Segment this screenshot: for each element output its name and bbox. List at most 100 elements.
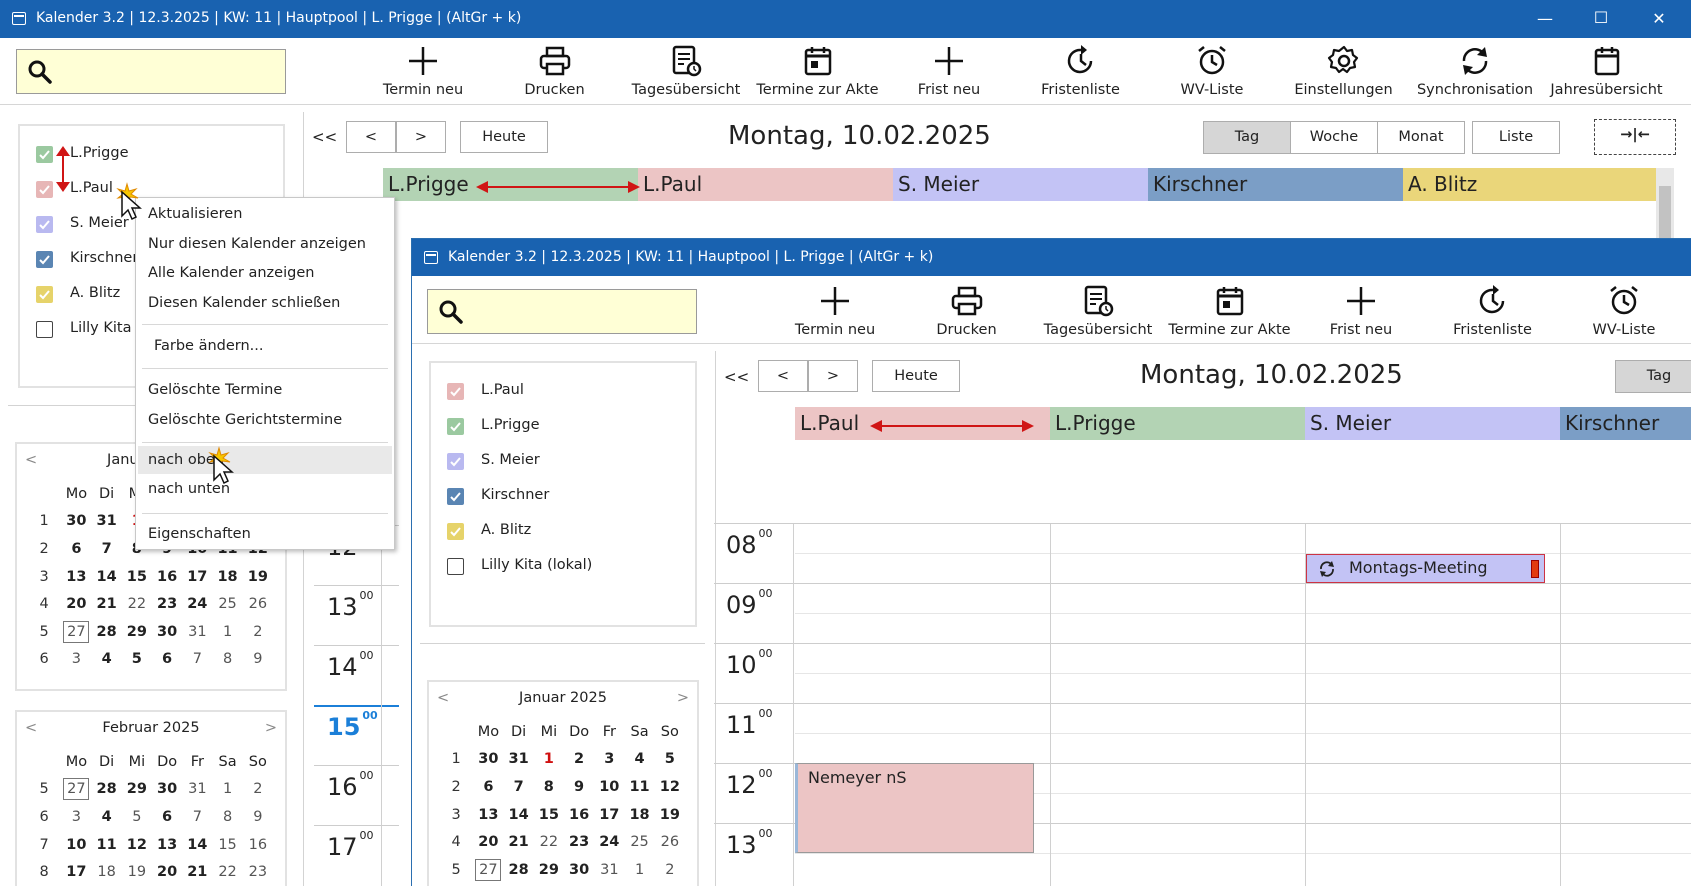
calendar-checkbox[interactable] (447, 383, 464, 400)
mini-day[interactable]: 30 (152, 618, 182, 646)
print-button[interactable]: Drucken (903, 284, 1031, 338)
mini-day[interactable]: 13 (152, 831, 182, 859)
mini-day[interactable]: 21 (92, 590, 122, 618)
list-view-button[interactable]: Liste (1472, 121, 1560, 154)
search-input[interactable] (427, 289, 697, 334)
mini-day[interactable]: 1 (624, 856, 654, 884)
mini-day[interactable]: 9 (243, 803, 273, 831)
mini-day[interactable]: 1 (212, 618, 242, 646)
mini-day[interactable]: 6 (152, 803, 182, 831)
mini-day[interactable]: 14 (182, 831, 212, 859)
mini-day[interactable]: 11 (624, 773, 654, 801)
new-appointment-button[interactable]: Termin neu (771, 284, 899, 338)
mini-day[interactable]: 6 (152, 646, 182, 674)
mini-day[interactable]: 21 (504, 828, 534, 856)
calendar-column-header[interactable]: Kirschner (1148, 168, 1403, 201)
new-deadline-button[interactable]: Frist neu (885, 44, 1013, 98)
vertical-scrollbar[interactable] (1656, 168, 1674, 248)
calendar-item[interactable]: L.Prigge (36, 144, 266, 166)
mini-day[interactable]: 16 (243, 831, 273, 859)
mini-day[interactable]: 12 (655, 773, 685, 801)
mini-day[interactable]: 26 (655, 828, 685, 856)
mini-day[interactable]: 25 (212, 590, 242, 618)
wv-list-button[interactable]: WV-Liste (1148, 44, 1276, 98)
today-button[interactable]: Heute (872, 360, 960, 392)
sync-button[interactable]: Synchronisation (1411, 44, 1539, 98)
mini-day[interactable]: 4 (92, 803, 122, 831)
mini-day[interactable]: 28 (504, 856, 534, 884)
calendar-checkbox[interactable] (36, 146, 53, 163)
title-bar[interactable]: Kalender 3.2 | 12.3.2025 | KW: 11 | Haup… (412, 239, 1691, 276)
day-overview-button[interactable]: Tagesübersicht (1034, 284, 1162, 338)
mini-day[interactable]: 27 (61, 618, 91, 646)
mini-day[interactable]: 20 (473, 828, 503, 856)
mini-day[interactable]: 30 (152, 776, 182, 804)
mini-day[interactable]: 28 (92, 618, 122, 646)
mini-day[interactable]: 3 (61, 803, 91, 831)
calendar-checkbox[interactable] (447, 488, 464, 505)
mini-day[interactable]: 5 (122, 646, 152, 674)
mini-day[interactable]: 31 (182, 618, 212, 646)
settings-button[interactable]: Einstellungen (1280, 44, 1408, 98)
mini-day[interactable]: 29 (534, 856, 564, 884)
calendar-column-header[interactable]: S. Meier (893, 168, 1148, 201)
file-appointments-button[interactable]: Termine zur Akte (754, 44, 882, 98)
mini-day[interactable]: 13 (61, 563, 91, 591)
collapse-columns-button[interactable]: →|← (1594, 119, 1676, 155)
mini-day[interactable]: 7 (92, 535, 122, 563)
mini-day[interactable]: 4 (624, 746, 654, 774)
mini-day[interactable]: 7 (504, 773, 534, 801)
mini-day[interactable]: 7 (182, 803, 212, 831)
mini-day[interactable]: 23 (564, 828, 594, 856)
mini-day[interactable]: 3 (594, 746, 624, 774)
deadline-list-button[interactable]: Fristenliste (1017, 44, 1145, 98)
nav-first-button[interactable]: << (312, 128, 337, 146)
mini-day[interactable]: 10 (594, 773, 624, 801)
view-day-button[interactable]: Tag (1203, 121, 1291, 154)
minimize-button[interactable]: — (1520, 9, 1570, 28)
mini-day[interactable]: 9 (564, 773, 594, 801)
mini-day[interactable]: 29 (122, 618, 152, 646)
mini-day[interactable]: 29 (122, 776, 152, 804)
day-overview-button[interactable]: Tagesübersicht (622, 44, 750, 98)
calendar-item[interactable]: A. Blitz (447, 521, 677, 543)
mini-day[interactable]: 31 (92, 508, 122, 536)
mini-day[interactable]: 13 (473, 801, 503, 829)
mini-next-month[interactable]: > (677, 690, 689, 706)
calendar-item[interactable]: Lilly Kita (lokal) (447, 556, 677, 578)
mini-day[interactable]: 15 (122, 563, 152, 591)
mini-day[interactable]: 23 (152, 590, 182, 618)
close-button[interactable]: ✕ (1634, 9, 1684, 28)
mini-day[interactable]: 24 (594, 828, 624, 856)
calendar-item[interactable]: S. Meier (447, 451, 677, 473)
context-menu-item[interactable]: Farbe ändern... (154, 338, 264, 354)
calendar-checkbox[interactable] (447, 523, 464, 540)
appointment-montags-meeting[interactable]: Montags-Meeting (1306, 554, 1545, 583)
mini-day[interactable]: 14 (92, 563, 122, 591)
file-appointments-button[interactable]: Termine zur Akte (1166, 284, 1294, 338)
year-overview-button[interactable]: Jahresübersicht (1543, 44, 1671, 98)
view-month-button[interactable]: Monat (1377, 121, 1465, 154)
mini-day[interactable]: 31 (594, 856, 624, 884)
mini-day[interactable]: 8 (534, 773, 564, 801)
mini-day[interactable]: 27 (61, 776, 91, 804)
calendar-column-header[interactable]: S. Meier (1305, 407, 1560, 440)
calendar-item[interactable]: L.Paul (447, 381, 677, 403)
mini-day[interactable]: 4 (92, 646, 122, 674)
calendar-checkbox[interactable] (447, 453, 464, 470)
search-input[interactable] (16, 49, 286, 94)
wv-list-button[interactable]: WV-Liste (1560, 284, 1688, 338)
title-bar[interactable]: Kalender 3.2 | 12.3.2025 | KW: 11 | Haup… (0, 0, 1691, 38)
mini-day[interactable]: 2 (655, 856, 685, 884)
mini-day[interactable]: 16 (152, 563, 182, 591)
calendar-column-header[interactable]: L.Prigge (1050, 407, 1305, 440)
mini-day[interactable]: 23 (243, 858, 273, 886)
calendar-checkbox[interactable] (36, 181, 53, 198)
deadline-list-button[interactable]: Fristenliste (1429, 284, 1557, 338)
mini-day[interactable]: 18 (624, 801, 654, 829)
view-day-button[interactable]: Tag (1615, 360, 1691, 393)
mini-day[interactable]: 30 (564, 856, 594, 884)
mini-day[interactable]: 18 (212, 563, 242, 591)
mini-day[interactable]: 14 (504, 801, 534, 829)
calendar-item[interactable]: Kirschner (447, 486, 677, 508)
